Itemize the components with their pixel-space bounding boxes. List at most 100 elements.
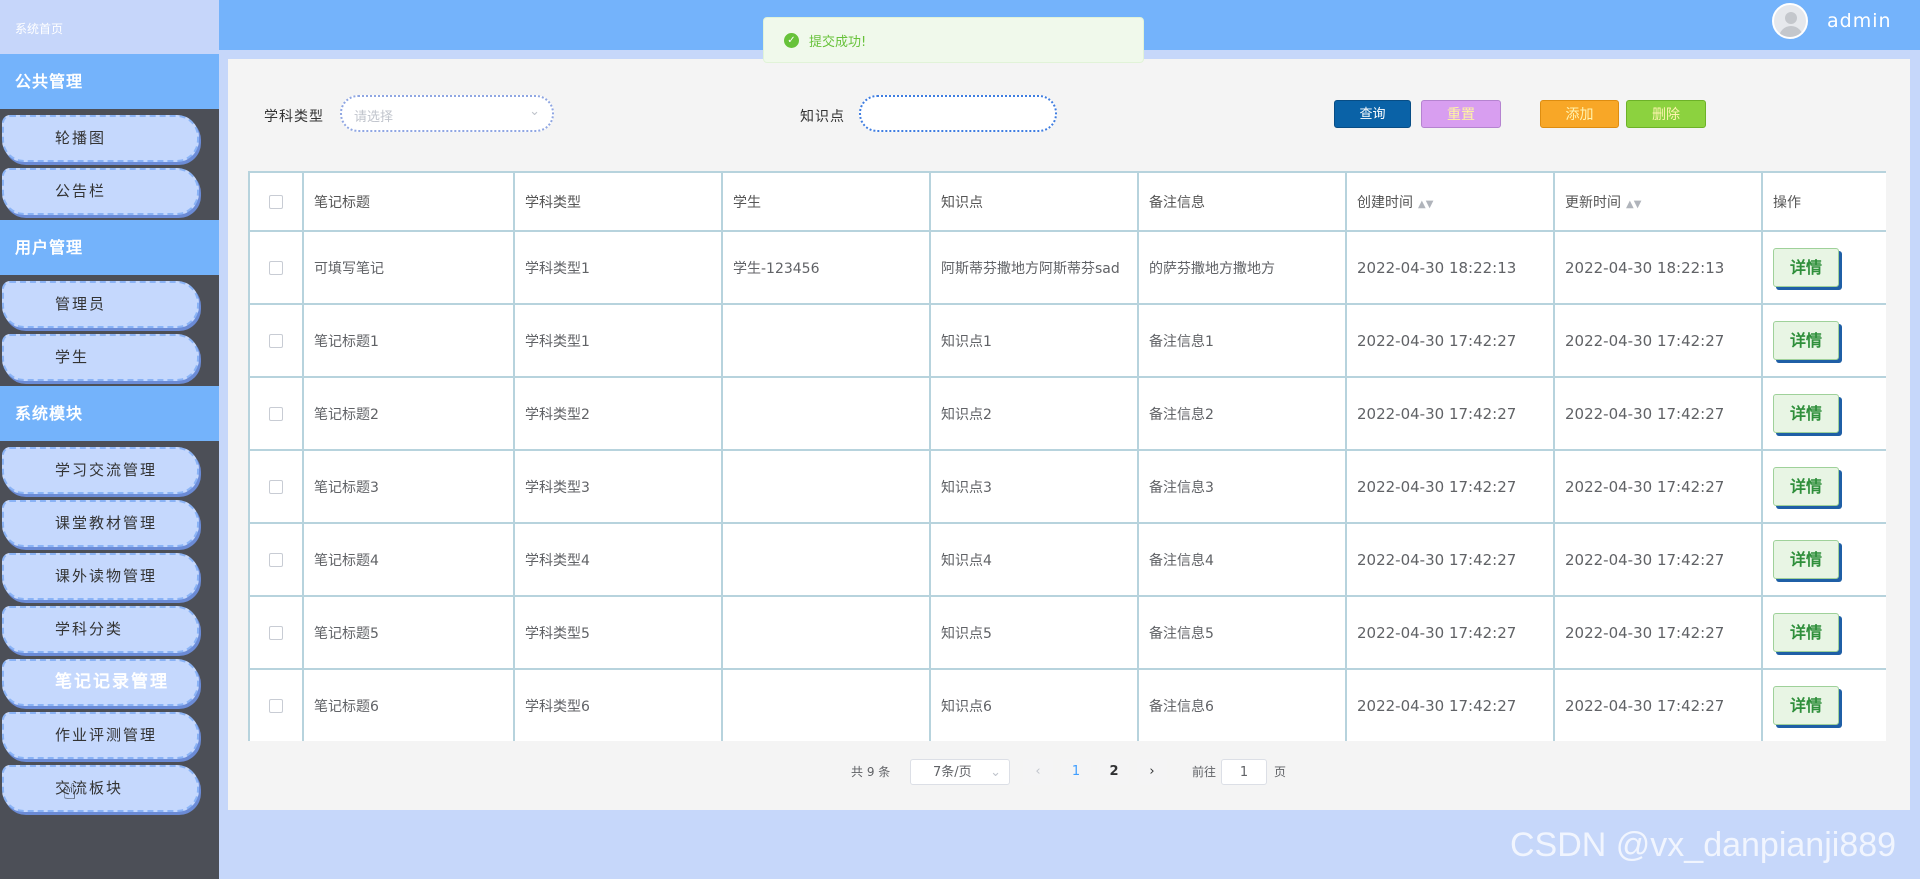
sidebar-item-study-exchange[interactable]: 学习交流管理 [2, 447, 199, 494]
cell-student [721, 595, 931, 670]
table-row: 笔记标题4 学科类型4 知识点4 备注信息4 2022-04-30 17:42:… [248, 522, 1886, 597]
cell-remark: 备注信息1 [1137, 303, 1347, 378]
sidebar-item-admin[interactable]: 管理员 [2, 281, 199, 328]
success-toast: ✓ 提交成功! [763, 17, 1144, 63]
header-subject: 学科类型 [513, 171, 723, 232]
cell-created: 2022-04-30 17:42:27 [1345, 668, 1555, 741]
cell-knowledge: 知识点3 [929, 449, 1139, 524]
page-size-value: 7条/页 [933, 765, 972, 780]
row-checkbox[interactable] [269, 479, 283, 494]
cell-updated: 2022-04-30 18:22:13 [1553, 230, 1763, 305]
username[interactable]: admin [1827, 10, 1892, 32]
delete-button[interactable]: 删除 [1626, 100, 1706, 128]
page-size-select[interactable]: 7条/页 ⌄ [910, 759, 1010, 785]
page-1-button[interactable]: 1 [1061, 759, 1091, 785]
row-checkbox[interactable] [269, 552, 283, 567]
detail-button[interactable]: 详情 [1773, 540, 1839, 579]
cell-knowledge: 阿斯蒂芬撒地方阿斯蒂芬sad [929, 230, 1139, 305]
hand-pointer-icon: ☝ [63, 780, 77, 805]
table-row: 笔记标题2 学科类型2 知识点2 备注信息2 2022-04-30 17:42:… [248, 376, 1886, 451]
watermark: CSDN @vx_danpianji889 [1510, 826, 1897, 864]
detail-button[interactable]: 详情 [1773, 613, 1839, 652]
add-button[interactable]: 添加 [1540, 100, 1619, 128]
knowledge-point-label: 知识点 [800, 109, 845, 125]
table-header-row: 笔记标题 学科类型 学生 知识点 备注信息 创建时间 ▲▼ 更新时间 ▲▼ 操作 [248, 171, 1886, 232]
sidebar-item-subjects[interactable]: 学科分类 [2, 606, 199, 653]
chevron-down-icon: ⌄ [529, 104, 540, 119]
cell-title: 笔记标题3 [302, 449, 515, 524]
header-title: 笔记标题 [302, 171, 515, 232]
select-all-checkbox[interactable] [269, 194, 283, 209]
cell-created: 2022-04-30 17:42:27 [1345, 376, 1555, 451]
cell-subject: 学科类型6 [513, 668, 723, 741]
cell-title: 笔记标题5 [302, 595, 515, 670]
page-2-button[interactable]: 2 [1099, 759, 1129, 785]
row-checkbox[interactable] [269, 698, 283, 713]
header-updated-label: 更新时间 [1565, 194, 1621, 211]
sidebar-item-forum[interactable]: 交流板块 [2, 765, 199, 812]
main-panel: 学科类型 请选择 ⌄ 知识点 查询 重置 添加 删除 笔记标题 学科类型 学生 … [228, 59, 1910, 810]
header-created-label: 创建时间 [1357, 194, 1413, 211]
sidebar-item-notice[interactable]: 公告栏 [2, 168, 199, 215]
detail-button[interactable]: 详情 [1773, 321, 1839, 360]
detail-button[interactable]: 详情 [1773, 394, 1839, 433]
cell-subject: 学科类型3 [513, 449, 723, 524]
sidebar: 系统首页 公共管理 轮播图 公告栏 用户管理 管理员 学生 系统模块 学习交流管… [0, 0, 219, 879]
home-link[interactable]: 系统首页 [0, 0, 219, 54]
cell-subject: 学科类型1 [513, 230, 723, 305]
notes-table: 笔记标题 学科类型 学生 知识点 备注信息 创建时间 ▲▼ 更新时间 ▲▼ 操作 可… [248, 171, 1886, 741]
group-title-public: 公共管理 [0, 54, 219, 109]
knowledge-point-input[interactable] [859, 95, 1057, 132]
chevron-right-icon[interactable]: › [1137, 759, 1167, 785]
goto-label: 前往 [1192, 765, 1217, 779]
goto-unit: 页 [1274, 765, 1287, 779]
header-actions: 操作 [1761, 171, 1886, 232]
row-checkbox[interactable] [269, 625, 283, 640]
cell-student [721, 376, 931, 451]
chevron-down-icon: ⌄ [990, 765, 1001, 780]
detail-button[interactable]: 详情 [1773, 248, 1839, 287]
reset-button[interactable]: 重置 [1421, 100, 1501, 128]
header-updated[interactable]: 更新时间 ▲▼ [1553, 171, 1763, 232]
cell-student [721, 522, 931, 597]
sort-icon[interactable]: ▲▼ [1418, 199, 1433, 210]
table-row: 笔记标题5 学科类型5 知识点5 备注信息5 2022-04-30 17:42:… [248, 595, 1886, 670]
subject-type-select[interactable]: 请选择 ⌄ [340, 95, 554, 132]
group-title-users: 用户管理 [0, 220, 219, 275]
cell-knowledge: 知识点5 [929, 595, 1139, 670]
cell-student: 学生-123456 [721, 230, 931, 305]
goto-page-input[interactable]: 1 [1221, 759, 1267, 785]
cell-created: 2022-04-30 17:42:27 [1345, 449, 1555, 524]
cell-knowledge: 知识点2 [929, 376, 1139, 451]
cell-remark: 备注信息4 [1137, 522, 1347, 597]
header-student: 学生 [721, 171, 931, 232]
cell-updated: 2022-04-30 17:42:27 [1553, 376, 1763, 451]
sidebar-item-readings[interactable]: 课外读物管理 [2, 553, 199, 600]
cell-subject: 学科类型2 [513, 376, 723, 451]
cell-title: 笔记标题4 [302, 522, 515, 597]
table-row: 可填写笔记 学科类型1 学生-123456 阿斯蒂芬撒地方阿斯蒂芬sad 的萨芬… [248, 230, 1886, 305]
cell-remark: 的萨芬撒地方撒地方 [1137, 230, 1347, 305]
detail-button[interactable]: 详情 [1773, 467, 1839, 506]
header-created[interactable]: 创建时间 ▲▼ [1345, 171, 1555, 232]
sort-icon[interactable]: ▲▼ [1626, 199, 1641, 210]
sidebar-item-notes[interactable]: 笔记记录管理 [2, 659, 199, 706]
table-row: 笔记标题6 学科类型6 知识点6 备注信息6 2022-04-30 17:42:… [248, 668, 1886, 741]
query-button[interactable]: 查询 [1334, 100, 1411, 128]
cell-updated: 2022-04-30 17:42:27 [1553, 668, 1763, 741]
row-checkbox[interactable] [269, 406, 283, 421]
sidebar-item-carousel[interactable]: 轮播图 [2, 115, 199, 162]
row-checkbox[interactable] [269, 260, 283, 275]
sidebar-item-homework[interactable]: 作业评测管理 [2, 712, 199, 759]
sidebar-item-student[interactable]: 学生 [2, 334, 199, 381]
detail-button[interactable]: 详情 [1773, 686, 1839, 725]
cell-remark: 备注信息3 [1137, 449, 1347, 524]
user-avatar-icon[interactable] [1772, 3, 1808, 39]
sidebar-item-textbooks[interactable]: 课堂教材管理 [2, 500, 199, 547]
row-checkbox[interactable] [269, 333, 283, 348]
table-row: 笔记标题1 学科类型1 知识点1 备注信息1 2022-04-30 17:42:… [248, 303, 1886, 378]
cell-title: 笔记标题6 [302, 668, 515, 741]
cell-knowledge: 知识点1 [929, 303, 1139, 378]
pagination-total: 共 9 条 [851, 765, 891, 779]
chevron-left-icon[interactable]: ‹ [1023, 759, 1053, 785]
